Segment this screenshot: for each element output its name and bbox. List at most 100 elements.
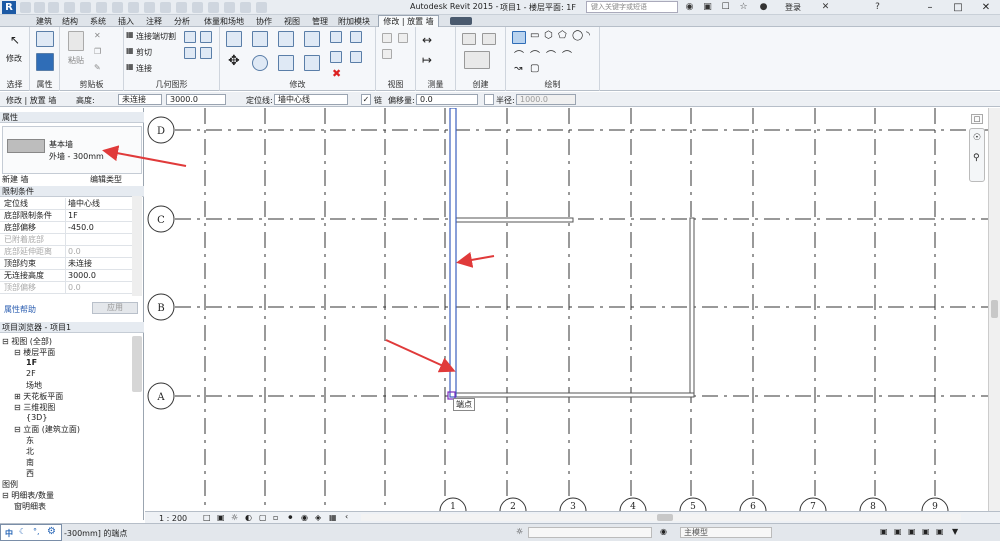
browser-node[interactable]: 2F <box>26 369 36 378</box>
property-row[interactable]: 定位线 墙中心线 <box>0 198 132 210</box>
radius-input[interactable]: 1000.0 <box>516 94 576 105</box>
property-value[interactable]: 0.0 <box>65 246 131 258</box>
modify-label[interactable]: 修改 <box>6 53 22 64</box>
communication-icon[interactable]: ☐ <box>720 2 731 13</box>
select-by-face-icon[interactable]: ▣ <box>922 527 930 536</box>
move-icon[interactable]: ✥ <box>228 53 240 69</box>
dimension-icon[interactable]: ↦ <box>422 53 432 67</box>
vertical-scrollbar[interactable] <box>988 108 1000 511</box>
browser-node[interactable]: 1F <box>26 358 37 367</box>
crop-view-icon[interactable]: ▢ <box>259 513 267 522</box>
hide-icon[interactable] <box>382 33 392 43</box>
customize-toolbar-icon[interactable] <box>256 2 267 13</box>
mirror-draw-icon[interactable] <box>304 31 320 47</box>
property-row[interactable]: 底部限制条件 1F <box>0 210 132 222</box>
inscribed-polygon-icon[interactable]: ⬠ <box>558 30 567 41</box>
fillet-arc-icon[interactable]: ⌒ <box>562 47 572 62</box>
cope-label[interactable]: 连接端切割 <box>136 31 176 42</box>
create-assembly-icon[interactable] <box>462 33 476 45</box>
properties-help-link[interactable]: 属性帮助 <box>4 304 36 315</box>
collapse-icon[interactable]: ⊟ <box>14 403 23 412</box>
punctuation-icon[interactable]: °, <box>33 527 40 536</box>
start-end-arc-icon[interactable]: ⌒ <box>514 47 524 62</box>
scroll-left-icon[interactable]: ‹ <box>345 512 348 521</box>
exchange-apps-icon[interactable]: ✕ <box>820 2 831 13</box>
aligned-dimension-icon[interactable] <box>128 2 139 13</box>
collapse-icon[interactable]: ⊟ <box>2 491 11 500</box>
drag-elements-icon[interactable]: ▣ <box>936 527 944 536</box>
override-icon[interactable] <box>398 33 408 43</box>
property-value[interactable]: 墙中心线 <box>65 198 131 210</box>
thin-lines-icon[interactable] <box>208 2 219 13</box>
tab-insert[interactable]: 插入 <box>118 16 134 27</box>
center-arc-icon[interactable]: ⌒ <box>530 47 540 62</box>
browser-node[interactable]: ⊞ 天花板平面 <box>14 391 63 402</box>
tab-systems[interactable]: 系统 <box>90 16 106 27</box>
ribbon-minimize-icon[interactable] <box>450 17 472 25</box>
navigation-bar[interactable]: ☉ ⚲ <box>969 128 985 182</box>
offset-input[interactable]: 0.0 <box>416 94 478 105</box>
steering-wheel-icon[interactable]: ☉ <box>973 133 981 143</box>
detail-level-icon[interactable]: □ <box>203 513 211 522</box>
section-icon[interactable] <box>192 2 203 13</box>
show-crop-icon[interactable]: ▫ <box>273 513 278 522</box>
zoom-icon[interactable]: ⚲ <box>973 153 980 163</box>
property-value[interactable]: 3000.0 <box>65 270 131 282</box>
rotate-icon[interactable] <box>278 55 294 71</box>
redo-icon[interactable] <box>80 2 91 13</box>
height-mode-select[interactable]: 未连接 <box>118 94 162 105</box>
grid-label[interactable]: 5 <box>690 502 696 511</box>
tab-modify-place-wall[interactable]: 修改 | 放置 墙 <box>378 15 439 27</box>
property-value[interactable] <box>65 234 131 246</box>
view-close-icon[interactable]: □ <box>971 114 983 124</box>
default-3d-view-icon[interactable] <box>176 2 187 13</box>
rectangle-icon[interactable]: ▭ <box>530 30 539 41</box>
split-icon[interactable] <box>330 31 342 43</box>
tab-view[interactable]: 视图 <box>284 16 300 27</box>
user-icon[interactable]: ● <box>758 2 769 13</box>
tab-architecture[interactable]: 建筑 <box>36 16 52 27</box>
measure-distance-icon[interactable]: ↔ <box>422 33 432 47</box>
collapse-icon[interactable]: ⊟ <box>14 425 23 434</box>
workset-select[interactable] <box>528 527 652 538</box>
property-row[interactable]: 底部延伸距离 0.0 <box>0 246 132 258</box>
scroll-thumb[interactable] <box>991 300 998 318</box>
unlock-3d-icon[interactable]: ⚫ <box>287 513 294 522</box>
property-value[interactable]: 1F <box>65 210 131 222</box>
subscription-icon[interactable]: ▣ <box>702 2 713 13</box>
linework-icon[interactable] <box>382 49 392 59</box>
maximize-button[interactable]: □ <box>944 0 972 15</box>
arc-icon[interactable]: ◝ <box>586 30 590 41</box>
sun-path-icon[interactable]: ☼ <box>231 513 238 522</box>
tab-analyze[interactable]: 分析 <box>174 16 190 27</box>
height-input[interactable]: 3000.0 <box>166 94 226 105</box>
grid-label[interactable]: 2 <box>510 502 516 511</box>
grid-label[interactable]: 9 <box>932 502 938 511</box>
tag-icon[interactable] <box>144 2 155 13</box>
grid-label[interactable]: 6 <box>750 502 756 511</box>
trim-extend-icon[interactable] <box>304 55 320 71</box>
match-type-icon[interactable]: ✎ <box>94 63 101 72</box>
shadows-icon[interactable]: ◐ <box>245 513 252 522</box>
switch-windows-icon[interactable] <box>240 2 251 13</box>
browser-node[interactable]: ⊟ 立面 (建筑立面) <box>14 424 80 435</box>
browser-node[interactable]: 北 <box>26 446 34 457</box>
expand-icon[interactable]: ⊞ <box>14 392 23 401</box>
tab-manage[interactable]: 管理 <box>312 16 328 27</box>
wall-bottom[interactable] <box>451 392 695 398</box>
split-face-icon[interactable] <box>200 31 212 43</box>
text-icon[interactable] <box>160 2 171 13</box>
paint-icon[interactable] <box>184 47 196 59</box>
h-scroll-thumb[interactable] <box>657 514 673 521</box>
worksets-icon[interactable]: ☼ <box>516 527 523 536</box>
properties-scrollbar[interactable] <box>132 196 142 296</box>
browser-node[interactable]: ⊟ 视图 (全部) <box>2 336 52 347</box>
browser-node[interactable]: 西 <box>26 468 34 479</box>
login-link[interactable]: 登录 <box>785 2 801 13</box>
select-links-icon[interactable]: ▣ <box>880 527 888 536</box>
browser-node[interactable]: 东 <box>26 435 34 446</box>
undo-icon[interactable] <box>64 2 75 13</box>
browser-node[interactable]: ⊟ 明细表/数量 <box>2 490 54 501</box>
binoculars-icon[interactable]: ◉ <box>684 2 695 13</box>
property-row[interactable]: 底部偏移 -450.0 <box>0 222 132 234</box>
